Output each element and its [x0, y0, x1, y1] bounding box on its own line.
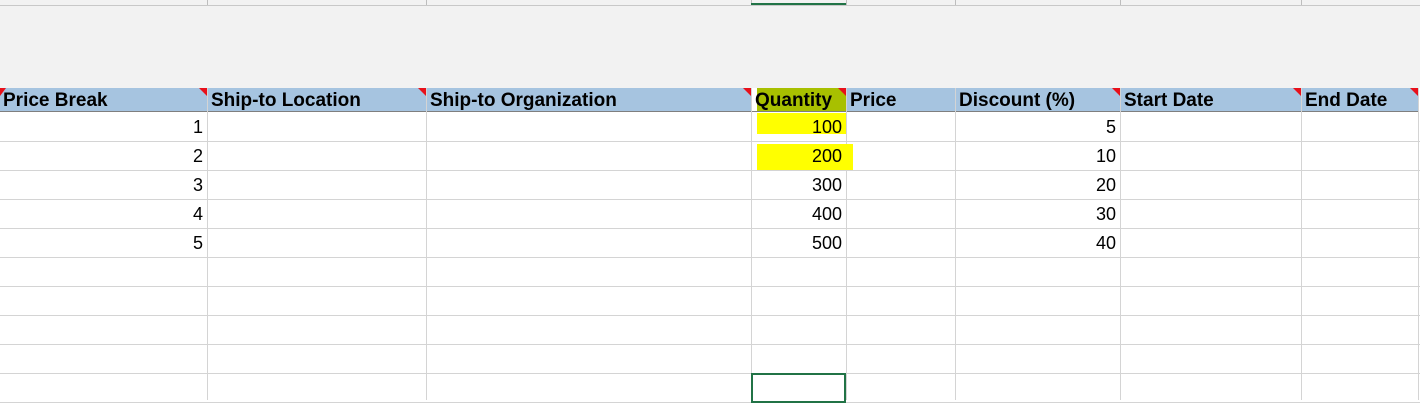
gridline — [0, 170, 1420, 171]
column-header-strip — [0, 0, 1420, 6]
gridline — [1301, 88, 1302, 400]
cell-price-break[interactable]: 2 — [0, 141, 207, 170]
cell-quantity[interactable]: 100 — [751, 112, 846, 141]
header-label: Ship-to Location — [211, 90, 361, 111]
comment-indicator-icon[interactable] — [1293, 88, 1301, 96]
comment-indicator-icon[interactable] — [838, 88, 846, 96]
header-label: Discount (%) — [959, 90, 1076, 111]
cell-quantity[interactable]: 400 — [751, 199, 846, 228]
cell-quantity[interactable]: 300 — [751, 170, 846, 199]
header-label: End Date — [1305, 90, 1388, 111]
gridline — [207, 88, 208, 400]
gridline — [426, 88, 427, 400]
cell-quantity[interactable]: 500 — [751, 228, 846, 257]
selected-cell[interactable] — [751, 373, 846, 403]
column-header-price[interactable]: Price — [847, 88, 955, 112]
comment-indicator-icon[interactable] — [199, 88, 207, 96]
cell-price-break[interactable]: 3 — [0, 170, 207, 199]
column-header-start-date[interactable]: Start Date — [1121, 88, 1301, 112]
gridline — [0, 315, 1420, 316]
header-label: Quantity — [755, 90, 833, 111]
cell-price-break[interactable]: 4 — [0, 199, 207, 228]
gridline — [846, 88, 847, 400]
gridline — [0, 257, 1420, 258]
header-label: Start Date — [1124, 90, 1214, 111]
gridline — [1120, 88, 1121, 400]
cell-discount[interactable]: 20 — [955, 170, 1120, 199]
gridline — [1418, 88, 1419, 400]
header-label: Price — [850, 90, 897, 111]
column-header-price-break[interactable]: Price Break — [0, 88, 207, 112]
comment-indicator-icon[interactable] — [0, 88, 6, 96]
cell-discount[interactable]: 5 — [955, 112, 1120, 141]
column-header-quantity[interactable]: Quantity — [752, 88, 846, 112]
cell-quantity[interactable]: 200 — [751, 141, 846, 170]
gridline — [0, 286, 1420, 287]
gridline — [0, 141, 1420, 142]
column-header-discount[interactable]: Discount (%) — [956, 88, 1120, 112]
header-label: Price Break — [3, 90, 108, 111]
comment-indicator-icon[interactable] — [418, 88, 426, 96]
column-header-end-date[interactable]: End Date — [1302, 88, 1418, 112]
cell-discount[interactable]: 30 — [955, 199, 1120, 228]
cell-price-break[interactable]: 1 — [0, 112, 207, 141]
ribbon-area — [0, 0, 1420, 88]
header-label: Ship-to Organization — [430, 90, 617, 111]
cell-price-break[interactable]: 5 — [0, 228, 207, 257]
cell-discount[interactable]: 40 — [955, 228, 1120, 257]
comment-indicator-icon[interactable] — [1410, 88, 1418, 96]
cell-discount[interactable]: 10 — [955, 141, 1120, 170]
column-header-ship-to-organization[interactable]: Ship-to Organization — [427, 88, 751, 112]
gridline — [0, 228, 1420, 229]
gridline — [0, 373, 1420, 374]
column-header-ship-to-location[interactable]: Ship-to Location — [208, 88, 426, 112]
comment-indicator-icon[interactable] — [743, 88, 751, 96]
gridline — [0, 344, 1420, 345]
gridline — [0, 199, 1420, 200]
comment-indicator-icon[interactable] — [1112, 88, 1120, 96]
